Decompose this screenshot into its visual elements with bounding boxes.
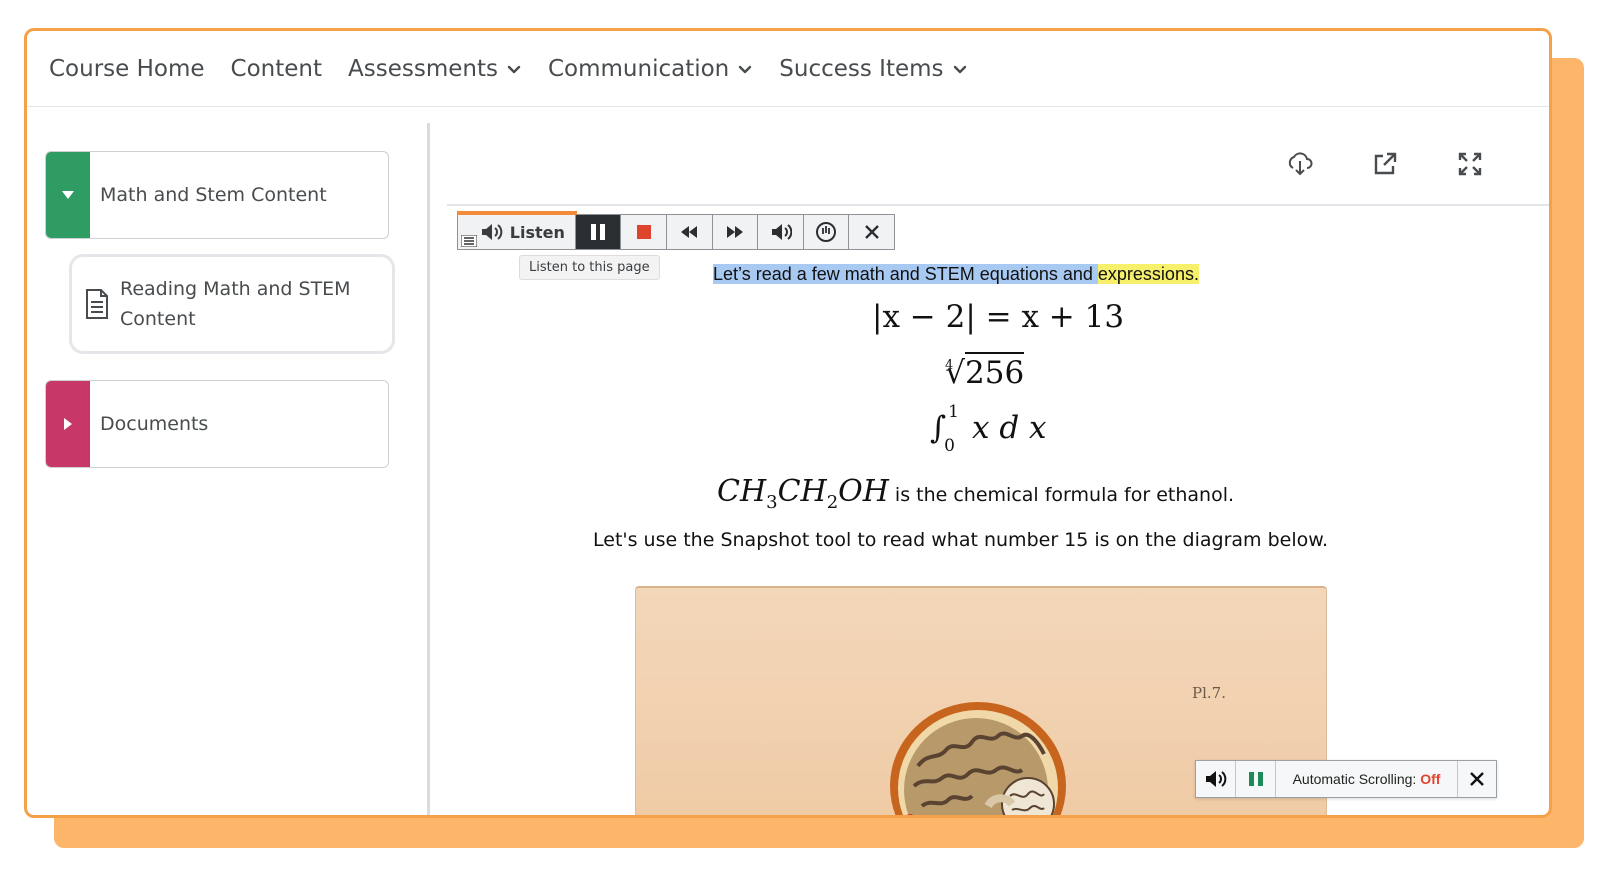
volume-button[interactable]: [757, 215, 803, 249]
module-documents[interactable]: Documents: [45, 380, 389, 468]
module-math-and-stem[interactable]: Math and Stem Content: [45, 151, 389, 239]
plate-label: Pl.7.: [1192, 684, 1226, 702]
intro-sentence: Let’s read a few math and STEM equations…: [713, 264, 1199, 288]
fullscreen-icon[interactable]: [1455, 149, 1485, 179]
fast-forward-icon: [726, 226, 743, 238]
menu-icon[interactable]: [458, 215, 480, 249]
cloud-download-icon[interactable]: [1285, 149, 1315, 179]
caret-down-icon: [62, 191, 74, 199]
pause-button[interactable]: [574, 215, 621, 249]
speed-gauge-icon: [816, 222, 837, 242]
rewind-icon: [681, 226, 698, 238]
nav-label: Communication: [547, 55, 730, 82]
nav-success-items[interactable]: Success Items: [779, 56, 967, 82]
nav-label: Content: [230, 55, 323, 82]
equation-integral: ∫ 1 0 x d x: [930, 402, 1047, 456]
auto-scroll-toggle[interactable]: Automatic Scrolling: Off: [1276, 761, 1458, 797]
nav-course-home[interactable]: Course Home: [49, 56, 205, 82]
chevron-down-icon: [507, 65, 521, 73]
speed-button[interactable]: [802, 215, 849, 249]
auto-scroll-close-button[interactable]: [1458, 761, 1496, 797]
auto-scroll-label: Automatic Scrolling:: [1292, 771, 1421, 787]
nav-content[interactable]: Content: [231, 56, 322, 82]
volume-icon: [771, 224, 792, 240]
speaker-icon: [481, 224, 503, 240]
read-aloud-toolbar: Listen: [457, 211, 895, 250]
highlight-current-sentence: Let’s read a few math and STEM equations…: [713, 264, 1098, 284]
chemical-formula: CH3CH2OH: [717, 474, 889, 513]
module-stripe: [46, 381, 90, 467]
stop-icon: [636, 225, 651, 239]
auto-scroll-bar: Automatic Scrolling: Off: [1195, 760, 1497, 798]
caret-right-icon: [64, 418, 72, 430]
auto-scroll-text: Automatic Scrolling: Off: [1287, 771, 1447, 787]
nav-label: Course Home: [49, 55, 205, 82]
pause-icon: [591, 224, 606, 240]
module-stripe: [46, 152, 90, 238]
pause-icon: [1248, 772, 1263, 786]
chemical-formula-text: is the chemical formula for ethanol.: [894, 484, 1235, 506]
topic-reading-math-stem[interactable]: Reading Math and STEM Content: [69, 254, 395, 354]
nav-assessments[interactable]: Assessments: [348, 56, 522, 82]
snapshot-instruction: Let's use the Snapshot tool to read what…: [593, 529, 1329, 551]
speaker-icon: [1205, 771, 1226, 787]
close-read-aloud-button[interactable]: [848, 215, 894, 249]
module-label: Math and Stem Content: [100, 184, 327, 206]
listen-tooltip: Listen to this page: [519, 255, 660, 280]
chevron-down-icon: [953, 65, 966, 73]
listen-button[interactable]: Listen: [480, 215, 575, 249]
equation-fourth-root: 4√256: [945, 352, 1025, 391]
browser-frame: Course Home Content Assessments Communic…: [24, 28, 1552, 818]
nav-communication[interactable]: Communication: [548, 56, 753, 82]
integral-lower-limit: 0: [944, 436, 955, 456]
brain-illustration: [890, 702, 1066, 815]
chemical-formula-line: CH3CH2OH is the chemical formula for etha…: [717, 474, 1234, 513]
sidebar-divider: [427, 123, 430, 815]
auto-scroll-pause-button[interactable]: [1236, 761, 1276, 797]
highlight-current-word: expressions.: [1097, 264, 1199, 284]
integral-upper-limit: 1: [948, 402, 959, 422]
auto-scroll-state: Off: [1420, 771, 1441, 787]
chevron-down-icon: [739, 65, 752, 73]
listen-label: Listen: [509, 222, 565, 242]
topic-label: Reading Math and STEM Content: [120, 278, 351, 330]
nav-label: Success Items: [779, 55, 944, 82]
root-radicand: 256: [965, 352, 1025, 391]
open-external-icon[interactable]: [1370, 149, 1400, 179]
module-label: Documents: [100, 413, 209, 435]
integral-body: x d x: [972, 410, 1047, 446]
close-icon: [864, 225, 879, 239]
auto-scroll-volume-button[interactable]: [1196, 761, 1236, 797]
close-icon: [1470, 772, 1484, 786]
content-divider: [447, 204, 1549, 206]
integral-limits: 10: [944, 402, 962, 456]
document-icon: [86, 289, 108, 319]
rewind-button[interactable]: [666, 215, 712, 249]
root-index: 4: [945, 358, 954, 373]
nav-label: Assessments: [348, 55, 498, 82]
course-navbar: Course Home Content Assessments Communic…: [27, 31, 1549, 107]
stop-button[interactable]: [620, 215, 666, 249]
equation-absolute-value: |x − 2| = x + 13: [872, 299, 1125, 335]
fast-forward-button[interactable]: [711, 215, 758, 249]
